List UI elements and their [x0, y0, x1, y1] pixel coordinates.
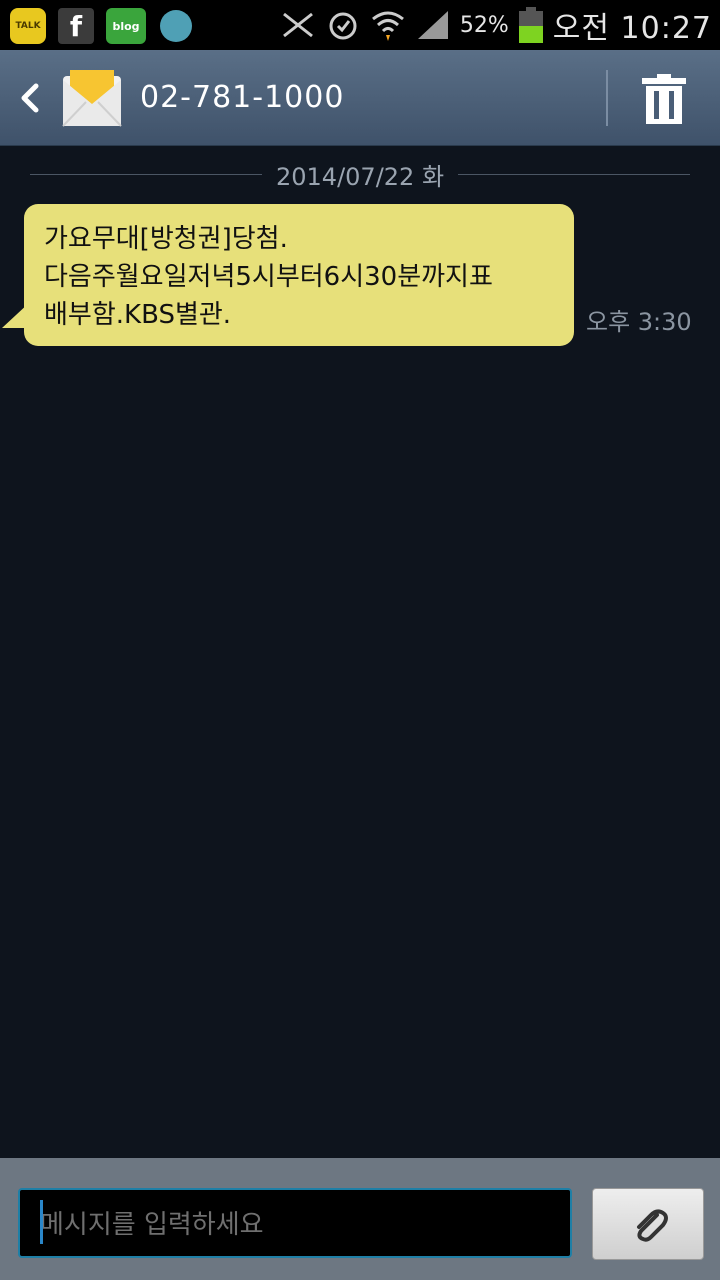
composer-bar: 메시지를 입력하세요 — [0, 1158, 720, 1280]
battery-percent: 52% — [459, 12, 509, 38]
message-input[interactable]: 메시지를 입력하세요 — [18, 1188, 572, 1258]
message-time: 오후 3:30 — [586, 308, 692, 336]
notification-icons: TALK f blog — [10, 6, 194, 46]
divider — [606, 70, 608, 126]
delete-icon[interactable] — [640, 74, 688, 124]
wifi-icon — [371, 11, 404, 41]
text-caret — [40, 1200, 43, 1244]
kakaotalk-icon: TALK — [10, 8, 46, 44]
message-text: 가요무대[방청권]당첨. 다음주월요일저녁5시부터6시30분까지표 배부함.KB… — [44, 224, 493, 330]
alarm-icon — [329, 12, 357, 40]
message-bubble[interactable]: 가요무대[방청권]당첨. 다음주월요일저녁5시부터6시30분까지표 배부함.KB… — [24, 204, 574, 346]
paperclip-icon — [637, 1209, 668, 1242]
back-icon[interactable] — [14, 78, 44, 118]
system-icons: 52% 오전 10:27 — [280, 0, 712, 50]
envelope-icon[interactable] — [62, 68, 122, 128]
clock: 오전 10:27 — [552, 11, 712, 46]
action-bar: 02-781-1000 — [0, 50, 720, 146]
mute-icon — [282, 12, 313, 38]
chat-bubble-icon — [158, 8, 194, 44]
contact-number[interactable]: 02-781-1000 — [140, 80, 344, 115]
attach-button[interactable] — [592, 1188, 704, 1260]
input-placeholder: 메시지를 입력하세요 — [40, 1210, 264, 1240]
conversation-date: 2014/07/22 화 — [275, 162, 445, 191]
status-bar: TALK f blog 52% 오전 10:27 — [0, 0, 720, 50]
date-separator: 2014/07/22 화 — [30, 156, 691, 192]
facebook-icon: f — [58, 8, 94, 44]
battery-icon — [518, 7, 543, 43]
signal-icon — [417, 11, 448, 39]
blog-icon: blog — [106, 8, 146, 44]
